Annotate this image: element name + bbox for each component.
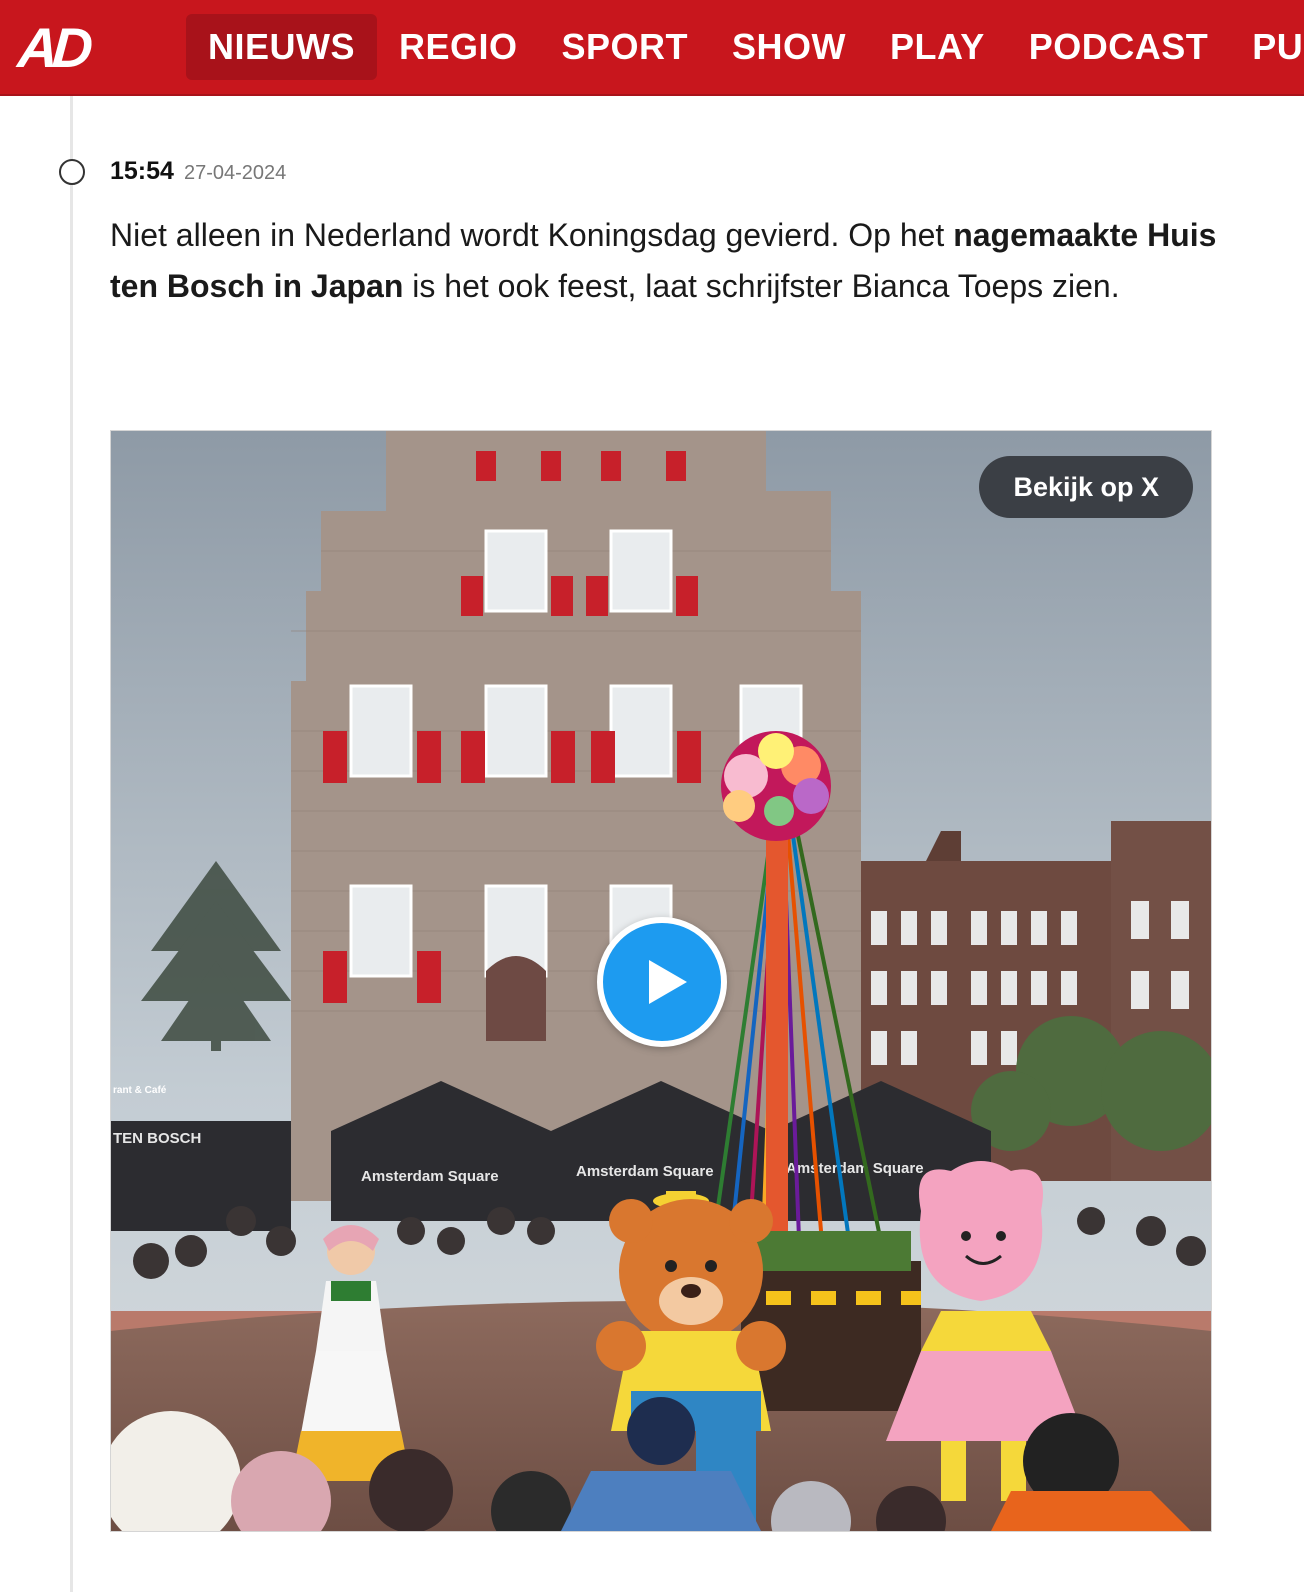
- nav-item-show[interactable]: SHOW: [710, 14, 868, 80]
- nav-item-regio[interactable]: REGIO: [377, 14, 540, 80]
- site-logo[interactable]: AD: [16, 16, 89, 79]
- sign-restaurant: rant & Café: [113, 1085, 167, 1096]
- nav-item-puzzel[interactable]: PUZZ: [1230, 14, 1304, 80]
- play-button[interactable]: [597, 917, 727, 1047]
- video-embed[interactable]: Amsterdam Square Amsterdam Square Amster…: [110, 430, 1212, 1532]
- nav-item-play[interactable]: PLAY: [868, 14, 1007, 80]
- post-text-part-2: is het ook feest, laat schrijfster Bianc…: [403, 268, 1120, 304]
- nav-item-nieuws[interactable]: NIEUWS: [186, 14, 377, 80]
- timeline-line: [70, 96, 73, 1592]
- post-text-part-1: Niet alleen in Nederland wordt Koningsda…: [110, 217, 954, 253]
- site-header: AD NIEUWS REGIO SPORT SHOW PLAY PODCAST …: [0, 0, 1304, 96]
- post-date: 27-04-2024: [183, 162, 287, 184]
- play-icon: [649, 960, 687, 1004]
- post-text: Niet alleen in Nederland wordt Koningsda…: [110, 210, 1260, 312]
- sign-amsterdam-square-2: Amsterdam Square: [576, 1163, 714, 1180]
- view-on-x-button[interactable]: Bekijk op X: [979, 456, 1193, 518]
- main-nav: NIEUWS REGIO SPORT SHOW PLAY PODCAST PUZ…: [186, 14, 1304, 80]
- timeline-dot-icon: [59, 159, 85, 185]
- post-time: 15:54: [110, 157, 174, 185]
- nav-item-podcast[interactable]: PODCAST: [1007, 14, 1231, 80]
- sign-amsterdam-square-1: Amsterdam Square: [361, 1168, 499, 1185]
- post-meta: 15:54 27-04-2024: [110, 157, 286, 186]
- sign-amsterdam-square-3: Amsterdam Square: [786, 1160, 924, 1177]
- sign-ten-bosch: TEN BOSCH: [113, 1130, 201, 1147]
- nav-item-sport[interactable]: SPORT: [540, 14, 711, 80]
